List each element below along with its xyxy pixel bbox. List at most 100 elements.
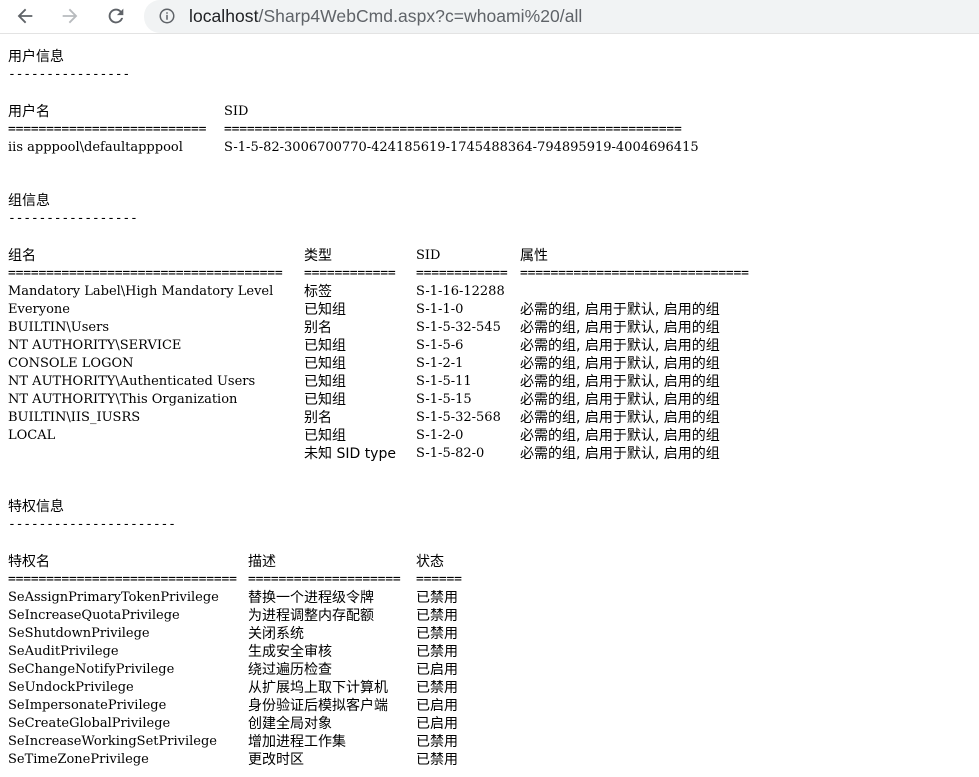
user-section-heading-rule: ---------------- [8, 67, 131, 82]
privilege-state-cell: 已禁用 [416, 734, 458, 750]
privilege-name-cell: SeAssignPrimaryTokenPrivilege [8, 590, 219, 605]
group-header-row: 组名 类型 SID 属性 [8, 247, 548, 265]
group-sid-cell: S-1-16-12288 [416, 284, 505, 299]
group-name-cell: BUILTIN\IIS_IUSRS [8, 410, 141, 425]
user-col-sid: SID [224, 104, 249, 119]
group-type-cell: 别名 [304, 410, 332, 426]
group-rule-sid: ============ [416, 266, 508, 281]
group-section-heading: 组信息 [8, 193, 50, 209]
group-sid-cell: S-1-5-82-0 [416, 446, 485, 461]
privilege-state-cell: 已启用 [416, 662, 458, 678]
privilege-name-cell: SeImpersonatePrivilege [8, 698, 167, 713]
privilege-desc-cell: 增加进程工作集 [248, 734, 346, 750]
privilege-col-desc: 描述 [248, 554, 276, 570]
user-rule-sid: ========================================… [224, 122, 682, 137]
group-sid-cell: S-1-2-0 [416, 428, 464, 443]
privilege-name-cell: SeIncreaseQuotaPrivilege [8, 608, 180, 623]
address-bar[interactable]: localhost/Sharp4WebCmd.aspx?c=whoami%20/… [144, 0, 979, 33]
user-section-heading: 用户信息 [8, 49, 64, 65]
url-text[interactable]: localhost/Sharp4WebCmd.aspx?c=whoami%20/… [189, 0, 582, 33]
user-rule-row: ========================== =============… [8, 121, 682, 139]
privilege-desc-cell: 创建全局对象 [248, 716, 332, 732]
group-col-type: 类型 [304, 248, 332, 264]
back-button[interactable] [12, 3, 38, 29]
user-data-row: iis apppool\defaultapppool S-1-5-82-3006… [8, 139, 699, 157]
group-type-cell: 标签 [304, 284, 332, 300]
privilege-desc-cell: 替换一个进程级令牌 [248, 590, 374, 606]
reload-button[interactable] [103, 3, 129, 29]
group-type-cell: 已知组 [304, 392, 346, 408]
privilege-col-name: 特权名 [8, 554, 50, 570]
browser-toolbar: localhost/Sharp4WebCmd.aspx?c=whoami%20/… [0, 0, 979, 34]
user-col-name: 用户名 [8, 104, 50, 120]
group-attrs-cell: 必需的组, 启用于默认, 启用的组 [520, 392, 720, 408]
group-type-cell: 已知组 [304, 374, 346, 390]
user-name-value: iis apppool\defaultapppool [8, 140, 183, 155]
privilege-col-state: 状态 [416, 554, 444, 570]
group-name-cell: NT AUTHORITY\This Organization [8, 392, 238, 407]
info-icon[interactable] [158, 7, 176, 25]
group-col-sid: SID [416, 248, 441, 263]
url-path: /Sharp4WebCmd.aspx?c=whoami%20/all [258, 6, 583, 26]
user-sid-value: S-1-5-82-3006700770-424185619-1745488364… [224, 140, 699, 155]
privilege-desc-cell: 为进程调整内存配额 [248, 608, 374, 624]
privilege-state-cell: 已禁用 [416, 752, 458, 768]
group-sid-cell: S-1-1-0 [416, 302, 464, 317]
group-name-cell: BUILTIN\Users [8, 320, 109, 335]
privilege-name-cell: SeCreateGlobalPrivilege [8, 716, 171, 731]
privilege-state-cell: 已禁用 [416, 626, 458, 642]
group-attrs-cell: 必需的组, 启用于默认, 启用的组 [520, 428, 720, 444]
group-name-cell: NT AUTHORITY\Authenticated Users [8, 374, 256, 389]
group-name-cell: LOCAL [8, 428, 56, 443]
group-type-cell: 未知 SID type [304, 446, 396, 462]
privilege-section-heading: 特权信息 [8, 499, 64, 515]
privilege-state-cell: 已禁用 [416, 680, 458, 696]
group-type-cell: 已知组 [304, 428, 346, 444]
forward-button[interactable] [57, 3, 83, 29]
privilege-desc-cell: 身份验证后模拟客户端 [248, 698, 388, 714]
group-attrs-cell: 必需的组, 启用于默认, 启用的组 [520, 356, 720, 372]
arrow-left-icon [17, 8, 33, 24]
privilege-state-cell: 已启用 [416, 716, 458, 732]
privilege-state-cell: 已启用 [416, 698, 458, 714]
group-name-cell: NT AUTHORITY\SERVICE [8, 338, 182, 353]
group-sid-cell: S-1-5-32-545 [416, 320, 501, 335]
group-name-cell: Everyone [8, 302, 70, 317]
group-sid-cell: S-1-5-11 [416, 374, 472, 389]
group-rule-attrs: ============================== [520, 266, 749, 281]
privilege-name-cell: SeChangeNotifyPrivilege [8, 662, 175, 677]
arrow-right-icon [62, 8, 78, 24]
group-name-cell: CONSOLE LOGON [8, 356, 134, 371]
user-rule-name: ========================== [8, 122, 207, 137]
privilege-desc-cell: 关闭系统 [248, 626, 304, 642]
privilege-name-cell: SeAuditPrivilege [8, 644, 119, 659]
group-attrs-cell: 必需的组, 启用于默认, 启用的组 [520, 410, 720, 426]
url-host: localhost [189, 6, 259, 26]
privilege-desc-cell: 生成安全审核 [248, 644, 332, 660]
privilege-rule-state: ====== [416, 572, 462, 587]
group-name-cell: Mandatory Label\High Mandatory Level [8, 284, 274, 299]
group-sid-cell: S-1-5-32-568 [416, 410, 501, 425]
group-attrs-cell: 必需的组, 启用于默认, 启用的组 [520, 374, 720, 390]
privilege-state-cell: 已禁用 [416, 590, 458, 606]
group-col-name: 组名 [8, 248, 36, 264]
group-rule-row: ==================================== ===… [8, 265, 749, 283]
privilege-section-heading-rule: ---------------------- [8, 517, 176, 532]
group-rule-name: ==================================== [8, 266, 283, 281]
privilege-rule-desc: ==================== [248, 572, 401, 587]
group-type-cell: 已知组 [304, 302, 346, 318]
group-attrs-cell: 必需的组, 启用于默认, 启用的组 [520, 338, 720, 354]
privilege-name-cell: SeShutdownPrivilege [8, 626, 150, 641]
privilege-desc-cell: 更改时区 [248, 752, 304, 768]
group-section-heading-rule: ----------------- [8, 211, 138, 226]
group-type-cell: 别名 [304, 320, 332, 336]
privilege-name-cell: SeUndockPrivilege [8, 680, 134, 695]
group-type-cell: 已知组 [304, 338, 346, 354]
group-sid-cell: S-1-2-1 [416, 356, 464, 371]
group-attrs-cell: 必需的组, 启用于默认, 启用的组 [520, 446, 720, 462]
privilege-name-cell: SeTimeZonePrivilege [8, 752, 149, 767]
privilege-header-row: 特权名 描述 状态 [8, 553, 444, 571]
group-sid-cell: S-1-5-6 [416, 338, 464, 353]
group-col-attrs: 属性 [520, 248, 548, 264]
group-attrs-cell: 必需的组, 启用于默认, 启用的组 [520, 320, 720, 336]
